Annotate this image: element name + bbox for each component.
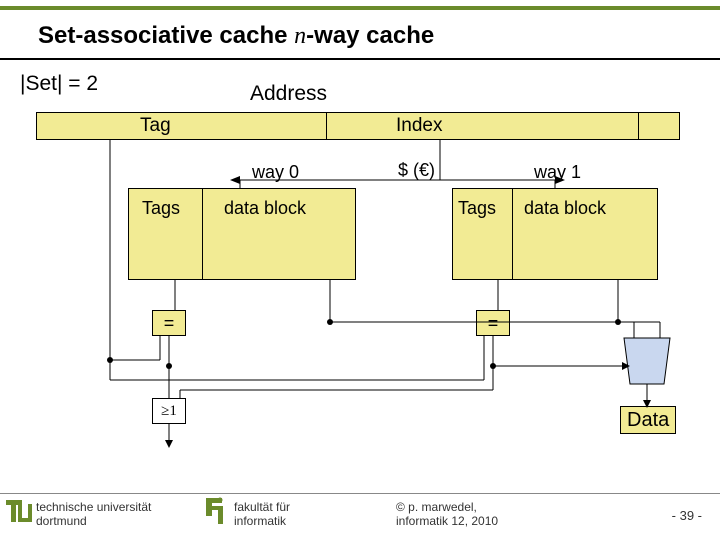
footer-cp1: © p. marwedel, xyxy=(396,500,477,514)
title-rule xyxy=(0,58,720,60)
title-suffix: -way cache xyxy=(306,22,434,49)
mux-and-wires xyxy=(0,68,720,488)
accent-bar xyxy=(0,6,720,10)
footer-fak: fakultät für informatik xyxy=(234,500,290,528)
footer-cp2: informatik 12, 2010 xyxy=(396,514,498,528)
page-title: Set-associative cache n-way cache xyxy=(38,22,720,50)
title-prefix: Set-associative cache xyxy=(38,22,294,49)
title-n: n xyxy=(294,23,306,49)
footer-uni2: dortmund xyxy=(36,514,87,528)
footer: technische universität dortmund fakultät… xyxy=(0,493,720,540)
footer-uni: technische universität dortmund xyxy=(36,500,151,528)
page-number: - 39 - xyxy=(672,508,702,523)
tu-logo xyxy=(6,498,32,528)
footer-uni1: technische universität xyxy=(36,500,151,514)
footer-fak2: informatik xyxy=(234,514,286,528)
fi-logo xyxy=(204,496,230,530)
footer-fak1: fakultät für xyxy=(234,500,290,514)
diagram: |Set| = 2 Address Tag Index way 0 $ (€) … xyxy=(0,68,720,488)
footer-copyright: © p. marwedel, informatik 12, 2010 xyxy=(396,500,498,528)
